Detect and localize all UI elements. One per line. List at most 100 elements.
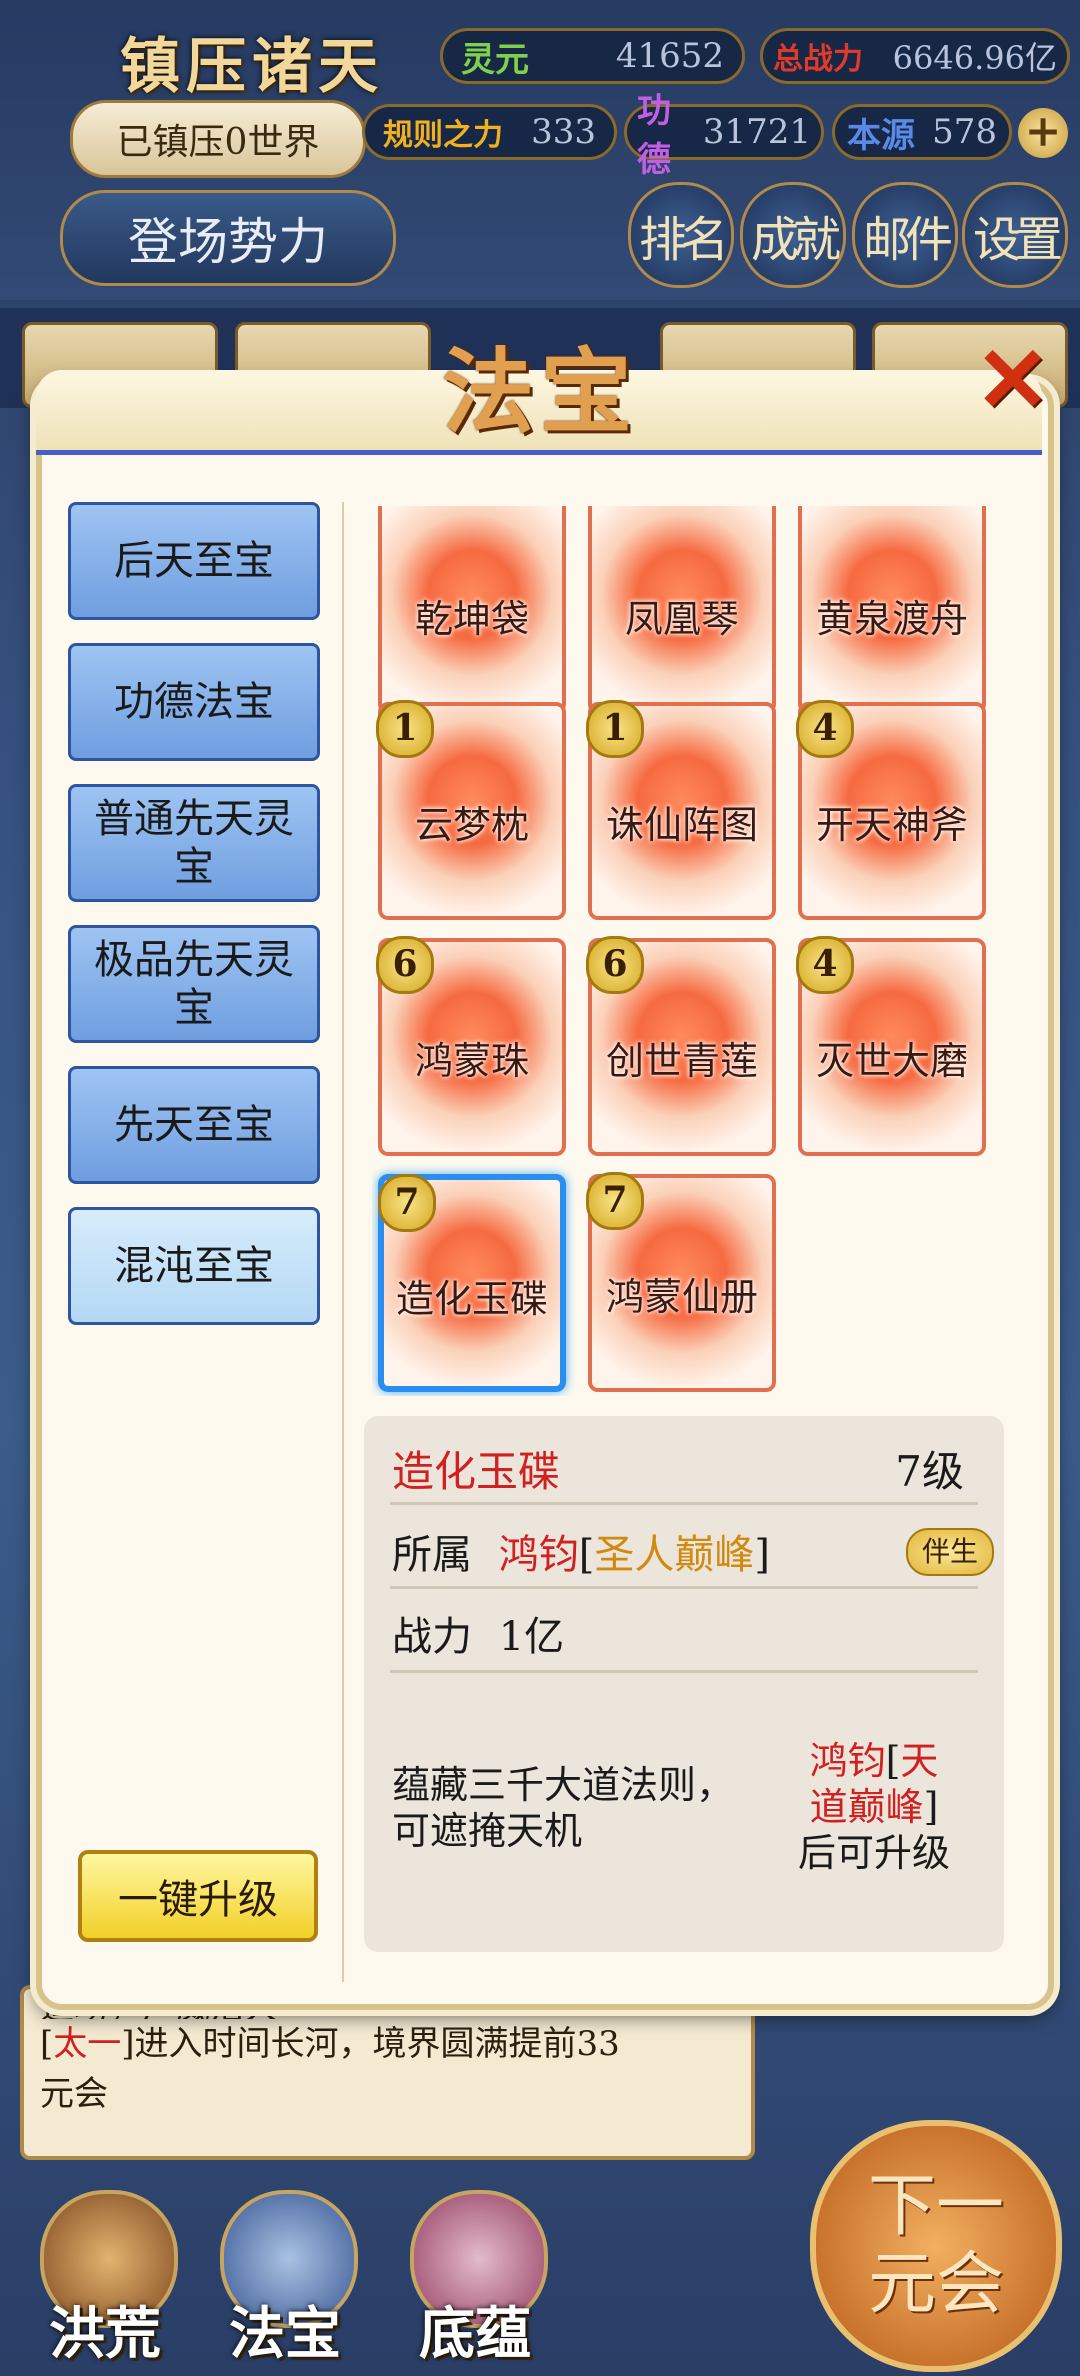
detail-divider bbox=[390, 1502, 978, 1505]
add-origin-button[interactable]: + bbox=[1018, 108, 1068, 158]
power-label: 战力 bbox=[392, 1614, 472, 1660]
level-badge: 6 bbox=[586, 936, 644, 994]
treasure-name: 诛仙阵图 bbox=[605, 803, 758, 847]
category-xiantian-zhibao[interactable]: 先天至宝 bbox=[68, 1066, 320, 1184]
req-rank-2: 道巅峰 bbox=[809, 1785, 924, 1829]
mail-button[interactable]: 邮件 bbox=[852, 182, 958, 288]
category-gongde[interactable]: 功德法宝 bbox=[68, 643, 320, 761]
owner-bracket-close: ] bbox=[754, 1532, 770, 1578]
world-status: 已镇压0世界 bbox=[70, 100, 366, 178]
stat-origin-value: 578 bbox=[932, 112, 997, 152]
category-hundun-zhibao[interactable]: 混沌至宝 bbox=[68, 1207, 320, 1325]
treasure-card[interactable]: 创世青莲 6 bbox=[586, 936, 776, 1156]
level-badge: 4 bbox=[796, 700, 854, 758]
treasure-name: 云梦枕 bbox=[414, 803, 529, 847]
stat-total-power: 总战力 6646.96亿 bbox=[760, 28, 1070, 84]
description-line-1: 蕴藏三千大道法则， bbox=[392, 1763, 735, 1807]
achievement-button[interactable]: 成就 bbox=[740, 182, 846, 288]
treasure-grid[interactable]: 乾坤袋 凤凰琴 黄泉渡舟 云梦枕 1 诛仙阵图 1 开天神斧 4 鸿蒙珠 6 创… bbox=[372, 506, 1012, 1396]
owner-bracket-open: [ bbox=[578, 1532, 595, 1578]
close-icon[interactable]: ✕ bbox=[975, 335, 1050, 425]
detail-description: 蕴藏三千大道法则， 可遮掩天机 bbox=[392, 1762, 752, 1854]
stat-lingyuan-label: 灵元 bbox=[461, 39, 529, 80]
treasure-card[interactable]: 凤凰琴 bbox=[588, 506, 776, 714]
treasure-name: 黄泉渡舟 bbox=[815, 597, 968, 641]
stat-merit: 功德 31721 bbox=[624, 91, 824, 180]
owner-label: 所属 bbox=[392, 1532, 472, 1578]
log-message-2: 元会 bbox=[40, 2074, 108, 2114]
stat-rule-power: 规则之力 333 bbox=[362, 104, 617, 160]
category-houtian[interactable]: 后天至宝 bbox=[68, 502, 320, 620]
owner-rank: 圣人巅峰 bbox=[594, 1532, 755, 1578]
next-era-label-1: 下一 bbox=[867, 2167, 1004, 2246]
level-badge: 6 bbox=[376, 936, 434, 994]
next-era-button[interactable]: 下一 元会 bbox=[810, 2120, 1062, 2372]
treasure-card[interactable]: 鸿蒙珠 6 bbox=[376, 936, 566, 1156]
detail-divider bbox=[390, 1670, 978, 1673]
stat-origin: 本源 578 bbox=[832, 104, 1012, 160]
nav-honghuang[interactable]: 洪荒 bbox=[20, 2190, 190, 2370]
event-log: 道场，声威浩大 [太一]进入时间长河，境界圆满提前33 元会 bbox=[20, 1985, 755, 2160]
treasure-card-selected[interactable]: 造化玉碟 7 bbox=[378, 1174, 566, 1392]
level-badge: 7 bbox=[378, 1174, 436, 1232]
req-suffix: 后可升级 bbox=[797, 1831, 950, 1875]
category-jipin-xiantian[interactable]: 极品先天灵宝 bbox=[68, 925, 320, 1043]
next-era-label-2: 元会 bbox=[867, 2245, 1004, 2324]
treasure-card[interactable]: 云梦枕 1 bbox=[376, 700, 566, 920]
stat-total-power-label: 总战力 bbox=[773, 42, 863, 77]
detail-level: 7级 bbox=[895, 1447, 964, 1496]
detail-divider bbox=[390, 1586, 978, 1589]
treasure-name: 凤凰琴 bbox=[624, 597, 739, 641]
treasure-name: 鸿蒙仙册 bbox=[605, 1275, 758, 1319]
treasure-card[interactable]: 黄泉渡舟 bbox=[798, 506, 986, 714]
req-owner: 鸿钧 bbox=[809, 1739, 886, 1783]
treasure-card[interactable]: 灭世大磨 4 bbox=[796, 936, 986, 1156]
treasure-name: 创世青莲 bbox=[605, 1039, 758, 1083]
power-value: 1亿 bbox=[498, 1614, 565, 1660]
game-title: 镇压诸天 bbox=[120, 32, 384, 102]
level-badge: 7 bbox=[586, 1172, 644, 1230]
treasure-card[interactable]: 诛仙阵图 1 bbox=[586, 700, 776, 920]
treasure-detail-panel: 造化玉碟 7级 所属 鸿钧[圣人巅峰] 伴生 战力 1亿 蕴藏三千大道法则， 可… bbox=[364, 1416, 1004, 1952]
entry-forces-button[interactable]: 登场势力 bbox=[60, 190, 396, 286]
owner-name: 鸿钧 bbox=[498, 1532, 579, 1578]
entry-forces-label: 登场势力 bbox=[128, 213, 328, 271]
nav-honghuang-label: 洪荒 bbox=[49, 2301, 161, 2367]
description-line-2: 可遮掩天机 bbox=[392, 1809, 583, 1853]
nav-fabao[interactable]: 法宝 bbox=[200, 2190, 370, 2370]
nav-fabao-label: 法宝 bbox=[229, 2301, 341, 2367]
req-rank-1: 天 bbox=[900, 1739, 939, 1783]
level-badge: 4 bbox=[796, 936, 854, 994]
level-badge: 1 bbox=[586, 700, 644, 758]
detail-name: 造化玉碟 bbox=[392, 1447, 561, 1496]
treasure-name: 鸿蒙珠 bbox=[414, 1039, 529, 1083]
rank-button[interactable]: 排名 bbox=[628, 182, 734, 288]
treasure-name: 开天神斧 bbox=[815, 803, 968, 847]
upgrade-all-button[interactable]: 一键升级 bbox=[78, 1850, 318, 1942]
log-line: [太一]进入时间长河，境界圆满提前33 bbox=[40, 2024, 620, 2064]
treasure-name: 乾坤袋 bbox=[414, 597, 529, 641]
log-message-1: 进入时间长河，境界圆满提前33 bbox=[134, 2024, 620, 2064]
stat-origin-label: 本源 bbox=[847, 115, 915, 156]
settings-button[interactable]: 设置 bbox=[962, 182, 1068, 288]
nav-diyun-label: 底蕴 bbox=[419, 2301, 531, 2367]
stat-lingyuan-value: 41652 bbox=[615, 36, 724, 76]
panel-divider bbox=[342, 502, 344, 1982]
dialog-title: 法宝 bbox=[441, 338, 638, 446]
stat-rule-power-value: 333 bbox=[531, 112, 596, 152]
treasure-card[interactable]: 鸿蒙仙册 7 bbox=[586, 1172, 776, 1392]
stat-lingyuan: 灵元 41652 bbox=[440, 28, 745, 84]
treasure-name: 灭世大磨 bbox=[815, 1039, 968, 1083]
companion-badge: 伴生 bbox=[906, 1528, 994, 1576]
stat-merit-value: 31721 bbox=[702, 112, 811, 152]
nav-diyun[interactable]: 底蕴 bbox=[390, 2190, 560, 2370]
level-badge: 1 bbox=[376, 700, 434, 758]
category-putong-xiantian[interactable]: 普通先天灵宝 bbox=[68, 784, 320, 902]
detail-power-row: 战力 1亿 bbox=[392, 1604, 564, 1662]
treasure-card[interactable]: 乾坤袋 bbox=[378, 506, 566, 714]
stat-total-power-value: 6646.96亿 bbox=[892, 39, 1057, 77]
stat-rule-power-label: 规则之力 bbox=[383, 118, 503, 153]
treasure-name: 造化玉碟 bbox=[395, 1277, 548, 1321]
treasure-card[interactable]: 开天神斧 4 bbox=[796, 700, 986, 920]
log-name: 太一 bbox=[53, 2024, 122, 2064]
